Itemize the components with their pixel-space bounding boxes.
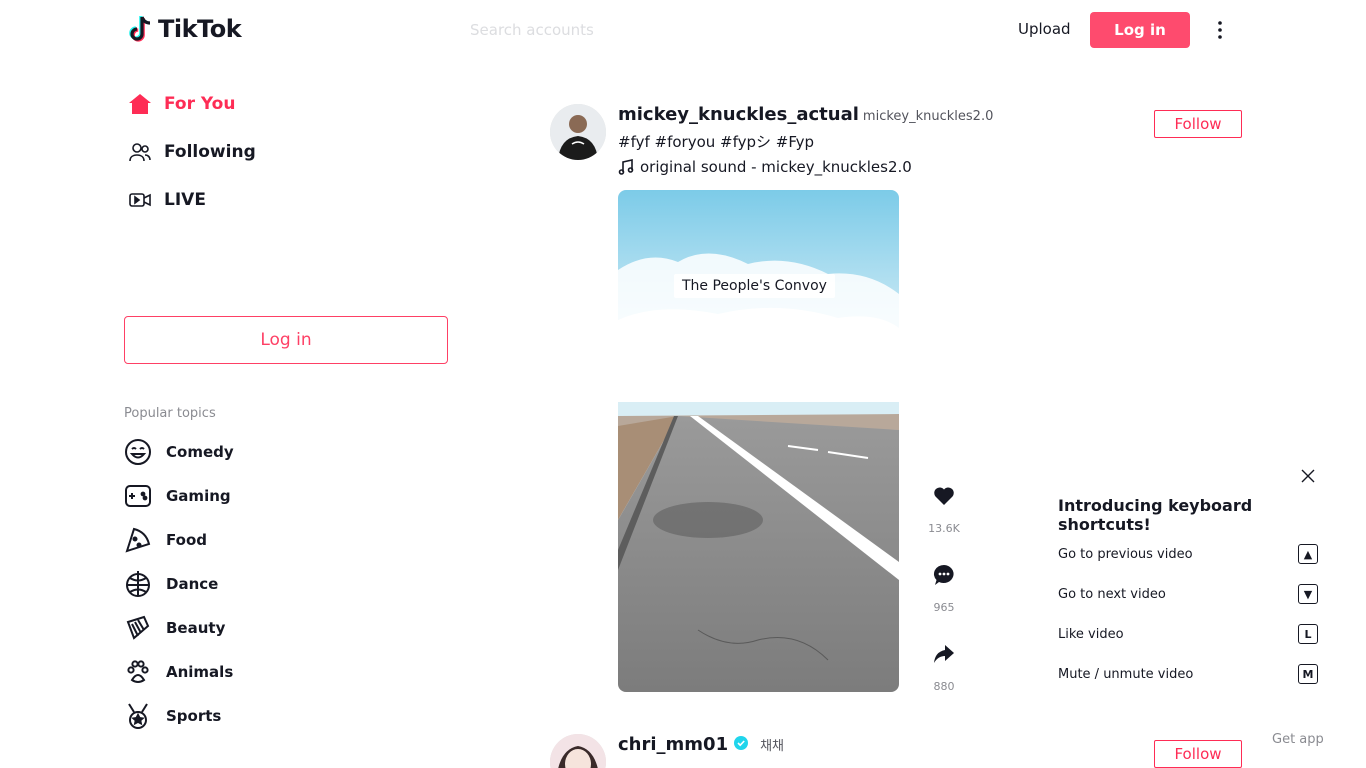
shortcut-label: Mute / unmute video	[1058, 666, 1194, 682]
header-login-button[interactable]: Log in	[1090, 12, 1190, 48]
feed-post: chri_mm01 채채 Follow	[550, 734, 1250, 768]
action-bar: 13.6K 965 880	[926, 474, 962, 711]
nav-following[interactable]: Following	[120, 128, 460, 176]
dance-icon	[124, 570, 152, 598]
live-icon	[128, 188, 152, 212]
top-bar: TikTok Upload Log in	[0, 0, 1366, 60]
post-header: chri_mm01 채채	[618, 734, 784, 755]
tiktok-logo[interactable]: TikTok	[128, 14, 242, 44]
shortcut-label: Like video	[1058, 626, 1124, 642]
avatar[interactable]	[550, 104, 606, 160]
people-icon	[128, 140, 152, 164]
nav-for-you[interactable]: For You	[120, 80, 460, 128]
topic-label: Food	[166, 531, 207, 549]
follow-button[interactable]: Follow	[1154, 740, 1242, 768]
music-title: original sound - mickey_knuckles2.0	[640, 158, 912, 176]
author-username[interactable]: chri_mm01	[618, 734, 728, 755]
like-count: 13.6K	[928, 522, 960, 535]
search-bar[interactable]	[462, 14, 822, 46]
arrow-down-key-icon: ▼	[1298, 584, 1318, 604]
m-key-icon: M	[1298, 664, 1318, 684]
author-nickname[interactable]: 채채	[760, 735, 784, 754]
beauty-icon	[124, 614, 152, 642]
topic-label: Gaming	[166, 487, 231, 505]
verified-badge-icon	[734, 736, 749, 750]
close-icon[interactable]	[1300, 468, 1316, 484]
nav-label: For You	[164, 94, 236, 114]
arrow-up-key-icon: ▲	[1298, 544, 1318, 564]
share-action[interactable]: 880	[926, 632, 962, 711]
music-link[interactable]: original sound - mickey_knuckles2.0	[618, 158, 993, 176]
nav-label: LIVE	[164, 190, 206, 210]
get-app-link[interactable]: Get app	[1272, 732, 1324, 747]
topics-list: Comedy Gaming Food Dance Beauty Animals …	[124, 430, 234, 738]
upload-link[interactable]: Upload	[1018, 20, 1071, 38]
brand-name: TikTok	[158, 15, 242, 43]
keyboard-shortcuts-panel: Introducing keyboard shortcuts! Go to pr…	[1040, 462, 1336, 702]
nav-label: Following	[164, 142, 256, 162]
sports-icon	[124, 702, 152, 730]
topic-comedy[interactable]: Comedy	[124, 430, 234, 474]
shortcut-row: Like video L	[1058, 614, 1318, 654]
share-count: 880	[933, 680, 955, 693]
comedy-icon	[124, 438, 152, 466]
topic-label: Comedy	[166, 443, 234, 461]
video-caption: The People's Convoy	[674, 274, 835, 298]
topic-label: Dance	[166, 575, 219, 593]
comment-icon	[930, 561, 958, 589]
video-player[interactable]: The People's Convoy	[618, 190, 899, 692]
shortcut-row: Go to next video ▼	[1058, 574, 1318, 614]
music-note-icon	[618, 159, 634, 175]
heart-icon	[930, 482, 958, 510]
animals-icon	[124, 658, 152, 686]
author-line: mickey_knuckles_actual mickey_knuckles2.…	[618, 104, 993, 125]
topic-food[interactable]: Food	[124, 518, 234, 562]
author-line: chri_mm01 채채	[618, 734, 784, 755]
shortcut-label: Go to previous video	[1058, 546, 1193, 562]
topic-sports[interactable]: Sports	[124, 694, 234, 738]
topic-beauty[interactable]: Beauty	[124, 606, 234, 650]
comment-action[interactable]: 965	[926, 553, 962, 632]
topic-label: Animals	[166, 663, 234, 681]
shortcuts-title: Introducing keyboard shortcuts!	[1058, 496, 1253, 534]
shortcut-row: Go to previous video ▲	[1058, 534, 1318, 574]
share-icon	[930, 640, 958, 668]
more-vertical-icon[interactable]	[1208, 18, 1232, 42]
follow-button[interactable]: Follow	[1154, 110, 1242, 138]
sidebar-login-button[interactable]: Log in	[124, 316, 448, 364]
video-frame	[618, 190, 899, 692]
l-key-icon: L	[1298, 624, 1318, 644]
food-icon	[124, 526, 152, 554]
shortcut-row: Mute / unmute video M	[1058, 654, 1318, 694]
tiktok-note-icon	[129, 16, 151, 42]
post-description[interactable]: #fyf #foryou #fypシ #Fyp	[618, 131, 993, 152]
author-username[interactable]: mickey_knuckles_actual	[618, 104, 859, 125]
topic-dance[interactable]: Dance	[124, 562, 234, 606]
like-action[interactable]: 13.6K	[926, 474, 962, 553]
post-header: mickey_knuckles_actual mickey_knuckles2.…	[618, 104, 993, 176]
home-icon	[128, 92, 152, 116]
sidebar: For You Following LIVE Log in Popular to…	[120, 80, 460, 729]
gaming-icon	[124, 482, 152, 510]
search-input[interactable]	[462, 21, 822, 39]
shortcut-label: Go to next video	[1058, 586, 1166, 602]
topic-animals[interactable]: Animals	[124, 650, 234, 694]
avatar[interactable]	[550, 734, 606, 768]
popular-topics-heading: Popular topics	[124, 406, 216, 421]
topic-label: Sports	[166, 707, 222, 725]
nav-live[interactable]: LIVE	[120, 176, 460, 224]
comment-count: 965	[933, 601, 955, 614]
topic-label: Beauty	[166, 619, 226, 637]
author-nickname[interactable]: mickey_knuckles2.0	[863, 109, 993, 124]
topic-gaming[interactable]: Gaming	[124, 474, 234, 518]
